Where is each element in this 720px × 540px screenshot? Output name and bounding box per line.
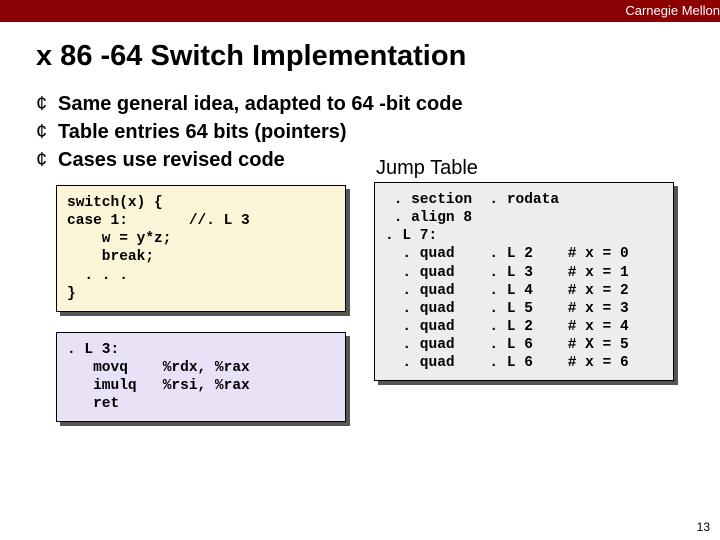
left-column: switch(x) { case 1: //. L 3 w = y*z; bre…	[56, 185, 346, 422]
bullet-item: ¢ Same general idea, adapted to 64 -bit …	[36, 91, 720, 117]
bullet-icon: ¢	[36, 91, 58, 117]
bullet-text: Table entries 64 bits (pointers)	[58, 119, 347, 145]
page-number: 13	[697, 520, 710, 534]
code-switch: switch(x) { case 1: //. L 3 w = y*z; bre…	[56, 185, 346, 312]
right-column: Jump Table . section . rodata . align 8 …	[374, 157, 674, 381]
code-box-asm: . L 3: movq %rdx, %rax imulq %rsi, %rax …	[56, 332, 346, 423]
bullet-text: Cases use revised code	[58, 147, 285, 173]
brand-text: Carnegie Mellon	[625, 3, 720, 18]
code-jump: . section . rodata . align 8 . L 7: . qu…	[374, 182, 674, 381]
bullet-icon: ¢	[36, 119, 58, 145]
bullet-icon: ¢	[36, 147, 58, 173]
code-box-jump: . section . rodata . align 8 . L 7: . qu…	[374, 182, 674, 381]
bullet-item: ¢ Table entries 64 bits (pointers)	[36, 119, 720, 145]
code-asm: . L 3: movq %rdx, %rax imulq %rsi, %rax …	[56, 332, 346, 423]
bullet-text: Same general idea, adapted to 64 -bit co…	[58, 91, 463, 117]
header-bar: Carnegie Mellon	[0, 0, 720, 22]
code-box-switch: switch(x) { case 1: //. L 3 w = y*z; bre…	[56, 185, 346, 312]
slide-title: x 86 -64 Switch Implementation	[0, 22, 720, 91]
content-row: switch(x) { case 1: //. L 3 w = y*z; bre…	[0, 185, 720, 422]
jump-table-label: Jump Table	[374, 157, 674, 180]
